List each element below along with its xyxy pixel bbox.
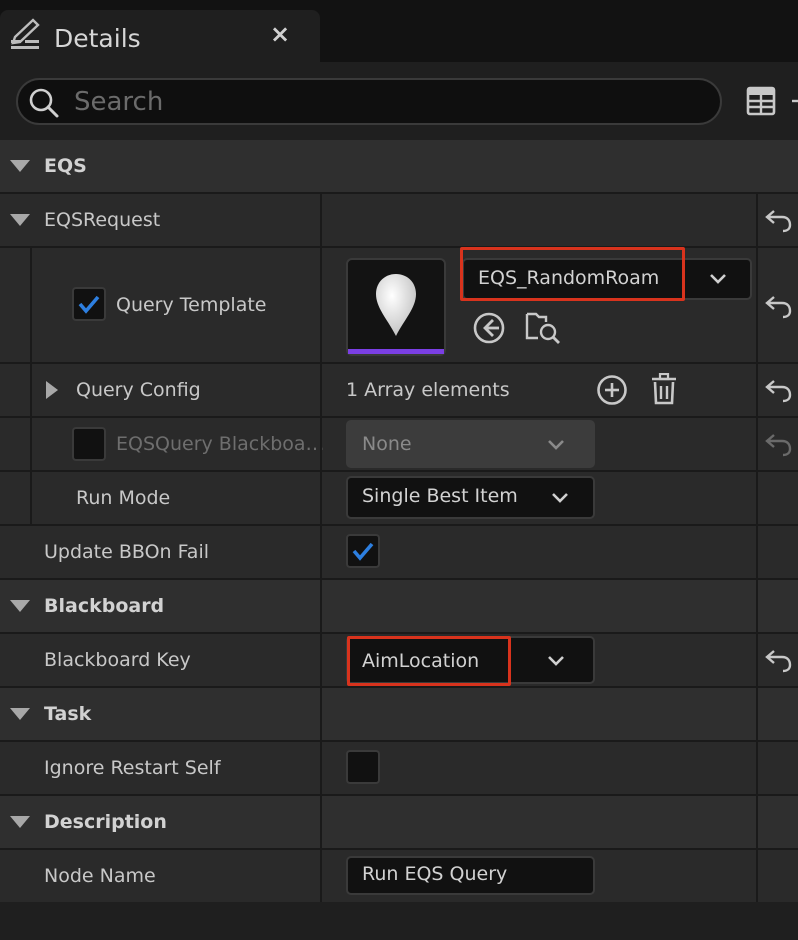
chevron-down-icon	[546, 651, 566, 676]
eqs-blackboard-label: EQSQuery Blackboa…	[116, 433, 325, 455]
section-task[interactable]: Task	[0, 688, 798, 740]
node-name-value: Run EQS Query	[362, 863, 508, 885]
blackboard-key-label: Blackboard Key	[44, 649, 191, 671]
blackboard-key-highlight	[347, 636, 511, 686]
map-pin-icon	[376, 274, 416, 336]
run-mode-combo[interactable]: Single Best Item	[346, 476, 595, 519]
eqs-blackboard-combo[interactable]: None	[346, 420, 595, 468]
reset-column-divider	[756, 194, 758, 902]
collapse-arrow-icon[interactable]	[10, 708, 30, 720]
node-name-input[interactable]: Run EQS Query	[346, 856, 595, 895]
reset-arrow-icon[interactable]	[764, 292, 792, 325]
checkmark-icon	[78, 295, 100, 314]
chevron-down-icon	[546, 435, 566, 460]
section-description[interactable]: Description	[0, 796, 798, 848]
eqs-blackboard-value: None	[362, 433, 412, 455]
section-eqs-label: EQS	[44, 155, 87, 177]
eqs-request-label: EQSRequest	[44, 209, 161, 231]
search-icon	[27, 86, 61, 125]
delete-icon[interactable]	[650, 372, 678, 410]
query-config-row: Query Config 1 Array elements	[0, 364, 798, 416]
panel-bottom	[0, 902, 798, 940]
ignore-restart-checkbox[interactable]	[346, 750, 380, 784]
browse-arrow-icon[interactable]	[472, 310, 508, 351]
query-template-label: Query Template	[116, 294, 267, 316]
update-bb-row: Update BBOn Fail	[0, 526, 798, 578]
section-description-label: Description	[44, 811, 167, 833]
collapse-arrow-icon[interactable]	[10, 160, 30, 172]
checkmark-icon	[352, 542, 374, 561]
ignore-restart-label: Ignore Restart Self	[44, 757, 221, 779]
query-template-highlight	[460, 247, 685, 301]
reset-arrow-icon[interactable]	[764, 376, 792, 409]
reset-arrow-icon[interactable]	[764, 206, 792, 239]
collapse-arrow-icon[interactable]	[10, 214, 30, 226]
run-mode-value: Single Best Item	[362, 485, 518, 507]
query-template-checkbox[interactable]	[72, 287, 106, 321]
section-blackboard[interactable]: Blackboard	[0, 580, 798, 632]
close-icon[interactable]: ×	[270, 20, 290, 48]
query-template-thumbnail[interactable]	[346, 258, 446, 356]
column-divider	[320, 194, 322, 902]
collapse-arrow-icon[interactable]	[10, 816, 30, 828]
details-icon	[9, 18, 43, 59]
update-bb-checkbox[interactable]	[346, 534, 380, 568]
reset-arrow-icon[interactable]	[764, 646, 792, 679]
indent-guide	[0, 248, 32, 524]
details-tab[interactable]: Details ×	[0, 10, 320, 62]
panel-title: Details	[54, 24, 141, 53]
find-in-browser-icon[interactable]	[524, 308, 562, 351]
add-element-icon[interactable]	[596, 374, 628, 411]
section-task-label: Task	[44, 703, 92, 725]
reset-arrow-icon[interactable]	[764, 430, 792, 463]
search-box[interactable]	[16, 78, 722, 125]
section-blackboard-label: Blackboard	[44, 595, 165, 617]
run-mode-label: Run Mode	[76, 487, 171, 509]
chevron-down-icon	[708, 269, 728, 294]
query-config-value: 1 Array elements	[346, 379, 510, 401]
chevron-down-icon	[550, 488, 570, 513]
node-name-label: Node Name	[44, 865, 156, 887]
collapse-arrow-icon[interactable]	[10, 600, 30, 612]
asset-type-bar	[348, 349, 444, 354]
section-eqs[interactable]: EQS	[0, 140, 798, 192]
eqs-blackboard-checkbox[interactable]	[72, 427, 106, 461]
query-config-label: Query Config	[76, 379, 201, 401]
ignore-restart-row: Ignore Restart Self	[0, 742, 798, 794]
search-input[interactable]	[72, 84, 676, 120]
update-bb-label: Update BBOn Fail	[44, 541, 210, 563]
table-view-icon[interactable]	[746, 86, 798, 123]
expand-arrow-icon[interactable]	[46, 381, 58, 399]
eqs-request-row: EQSRequest	[0, 194, 798, 246]
